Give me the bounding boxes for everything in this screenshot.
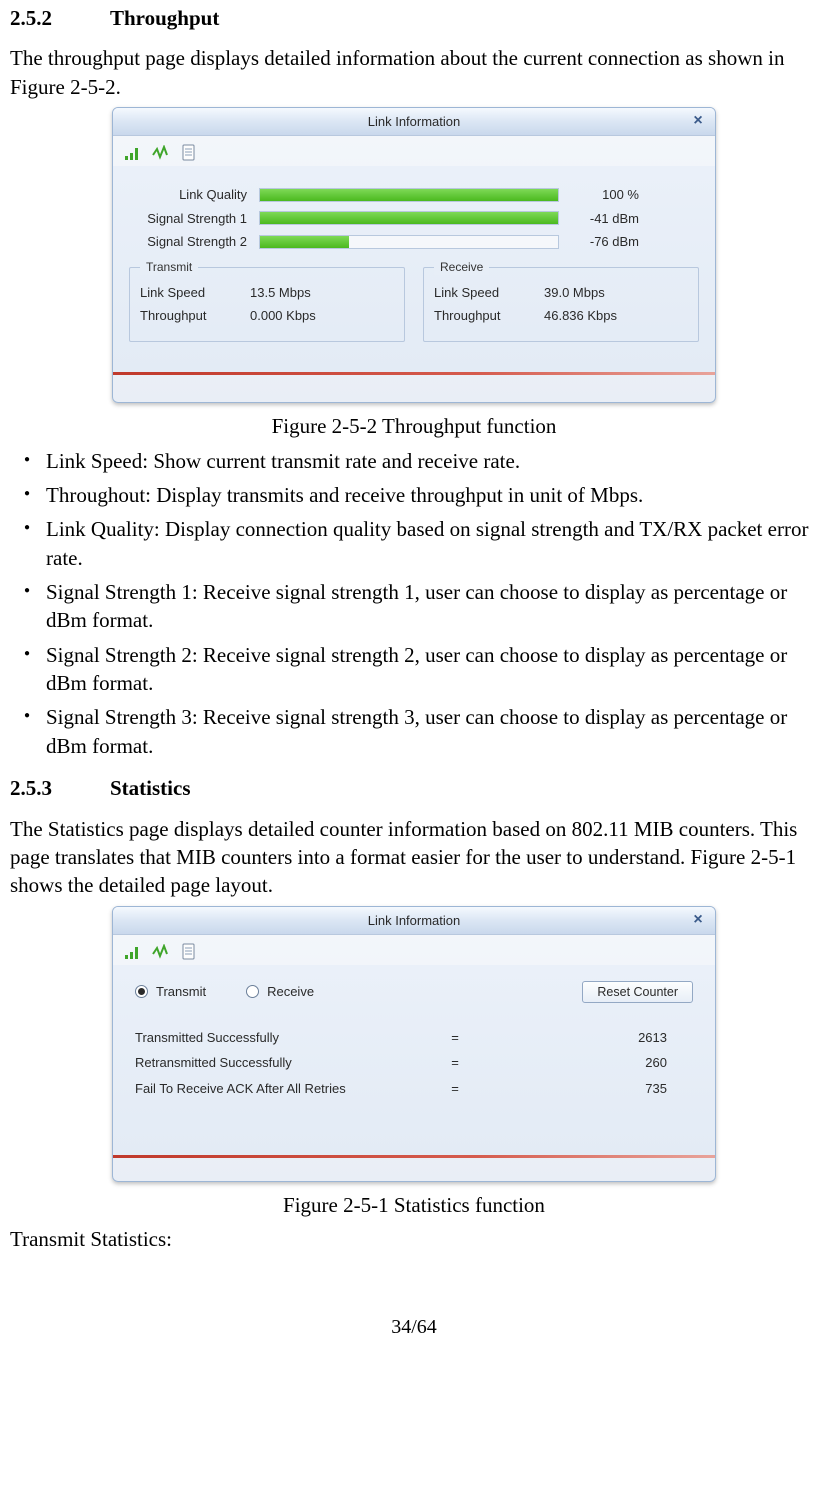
list-item: Signal Strength 3: Receive signal streng… — [10, 703, 818, 760]
kv-value: 39.0 Mbps — [544, 284, 688, 302]
panel-body: Transmit Receive Reset Counter Transmitt… — [113, 965, 715, 1156]
signal-bar — [259, 211, 559, 225]
kv-key: Throughput — [140, 307, 250, 325]
signal-row-strength-1: Signal Strength 1 -41 dBm — [129, 210, 699, 228]
bullet-list: Link Speed: Show current transmit rate a… — [10, 447, 818, 760]
figure-statistics: Link Information × Transmit R — [10, 906, 818, 1189]
list-item: Link Speed: Show current transmit rate a… — [10, 447, 818, 475]
close-icon[interactable]: × — [689, 112, 707, 130]
panel-title: Link Information — [368, 913, 461, 928]
list-item: Throughout: Display transmits and receiv… — [10, 481, 818, 509]
kv-link-speed: Link Speed 39.0 Mbps — [434, 284, 688, 302]
stat-equals: = — [435, 1029, 475, 1047]
page-number: 34/64 — [10, 1314, 818, 1341]
stat-row: Retransmitted Successfully = 260 — [129, 1054, 699, 1072]
kv-key: Throughput — [434, 307, 544, 325]
radio-label: Receive — [267, 983, 314, 1001]
signal-label: Signal Strength 2 — [129, 233, 259, 251]
panel-toolbar — [113, 935, 715, 965]
paragraph: The throughput page displays detailed in… — [10, 44, 818, 101]
radio-transmit[interactable]: Transmit — [135, 983, 206, 1001]
list-item: Signal Strength 2: Receive signal streng… — [10, 641, 818, 698]
figure-throughput: Link Information × Link Quality 100 % Si… — [10, 107, 818, 410]
list-item: Signal Strength 1: Receive signal streng… — [10, 578, 818, 635]
stat-label: Fail To Receive ACK After All Retries — [135, 1080, 435, 1098]
radio-receive[interactable]: Receive — [246, 983, 314, 1001]
stat-label: Transmitted Successfully — [135, 1029, 435, 1047]
kv-throughput: Throughput 46.836 Kbps — [434, 307, 688, 325]
group-legend: Transmit — [140, 259, 198, 275]
kv-key: Link Speed — [140, 284, 250, 302]
transmit-group: Transmit Link Speed 13.5 Mbps Throughput… — [129, 267, 405, 342]
link-info-panel: Link Information × Link Quality 100 % Si… — [112, 107, 716, 403]
section-title: Throughput — [110, 6, 219, 30]
kv-throughput: Throughput 0.000 Kbps — [140, 307, 394, 325]
signal-value: -76 dBm — [559, 233, 639, 251]
stat-label: Retransmitted Successfully — [135, 1054, 435, 1072]
stat-value: 2613 — [475, 1029, 693, 1047]
close-icon[interactable]: × — [689, 911, 707, 929]
stat-value: 735 — [475, 1080, 693, 1098]
group-legend: Receive — [434, 259, 489, 275]
signal-row-strength-2: Signal Strength 2 -76 dBm — [129, 233, 699, 251]
signal-row-link-quality: Link Quality 100 % — [129, 186, 699, 204]
paragraph: Transmit Statistics: — [10, 1225, 818, 1253]
section-heading-252: 2.5.2Throughput — [10, 4, 818, 32]
radio-icon — [135, 985, 148, 998]
link-info-panel: Link Information × Transmit R — [112, 906, 716, 1182]
kv-value: 0.000 Kbps — [250, 307, 394, 325]
radio-icon — [246, 985, 259, 998]
list-item: Link Quality: Display connection quality… — [10, 515, 818, 572]
section-heading-253: 2.5.3Statistics — [10, 774, 818, 802]
stats-controls: Transmit Receive Reset Counter — [129, 973, 699, 1021]
section-number: 2.5.3 — [10, 774, 110, 802]
panel-title: Link Information — [368, 114, 461, 129]
signal-bar — [259, 188, 559, 202]
document-icon[interactable] — [179, 143, 199, 163]
panel-body: Link Quality 100 % Signal Strength 1 -41… — [113, 166, 715, 372]
panel-accent-line — [113, 1155, 715, 1158]
stat-row: Transmitted Successfully = 2613 — [129, 1029, 699, 1047]
signal-bar — [259, 235, 559, 249]
radio-label: Transmit — [156, 983, 206, 1001]
group-row: Transmit Link Speed 13.5 Mbps Throughput… — [129, 267, 699, 342]
stat-equals: = — [435, 1080, 475, 1098]
figure-caption: Figure 2-5-1 Statistics function — [10, 1191, 818, 1219]
kv-link-speed: Link Speed 13.5 Mbps — [140, 284, 394, 302]
panel-toolbar — [113, 136, 715, 166]
stat-equals: = — [435, 1054, 475, 1072]
signal-value: 100 % — [559, 186, 639, 204]
document-icon[interactable] — [179, 942, 199, 962]
section-number: 2.5.2 — [10, 4, 110, 32]
receive-group: Receive Link Speed 39.0 Mbps Throughput … — [423, 267, 699, 342]
section-title: Statistics — [110, 776, 191, 800]
signal-icon[interactable] — [123, 942, 143, 962]
signal-icon[interactable] — [123, 143, 143, 163]
panel-titlebar: Link Information × — [113, 907, 715, 935]
kv-key: Link Speed — [434, 284, 544, 302]
figure-caption: Figure 2-5-2 Throughput function — [10, 412, 818, 440]
activity-icon[interactable] — [151, 942, 171, 962]
panel-accent-line — [113, 372, 715, 375]
signal-label: Signal Strength 1 — [129, 210, 259, 228]
paragraph: The Statistics page displays detailed co… — [10, 815, 818, 900]
kv-value: 46.836 Kbps — [544, 307, 688, 325]
signal-value: -41 dBm — [559, 210, 639, 228]
panel-titlebar: Link Information × — [113, 108, 715, 136]
kv-value: 13.5 Mbps — [250, 284, 394, 302]
stat-row: Fail To Receive ACK After All Retries = … — [129, 1080, 699, 1098]
signal-label: Link Quality — [129, 186, 259, 204]
activity-icon[interactable] — [151, 143, 171, 163]
stat-value: 260 — [475, 1054, 693, 1072]
reset-counter-button[interactable]: Reset Counter — [582, 981, 693, 1003]
